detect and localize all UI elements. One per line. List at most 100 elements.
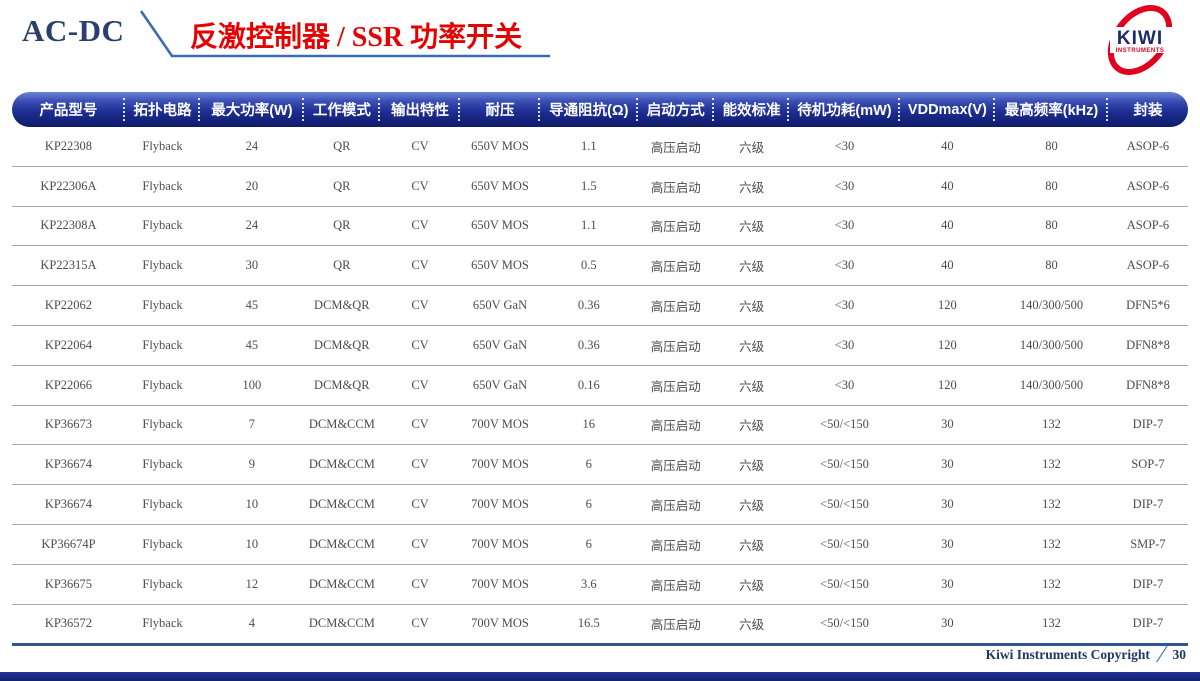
table-cell: 80	[995, 127, 1108, 166]
table-cell: KP22066	[12, 365, 125, 405]
table-cell: 6	[540, 485, 638, 525]
table-cell: 六级	[714, 445, 789, 485]
table-cell: 六级	[714, 286, 789, 326]
table-cell: 0.36	[540, 286, 638, 326]
table-cell: Flyback	[125, 127, 200, 166]
table-cell: 30	[900, 524, 995, 564]
table-cell: Flyback	[125, 485, 200, 525]
table-cell: DFN5*6	[1108, 286, 1188, 326]
table-cell: KP22308A	[12, 206, 125, 246]
logo-brand-text: KIWI	[1117, 28, 1163, 49]
table-cell: 高压启动	[638, 286, 714, 326]
table-cell: 650V GaN	[460, 365, 540, 405]
table-cell: 30	[900, 485, 995, 525]
table-cell: KP22308	[12, 127, 125, 166]
table-cell: 1.5	[540, 166, 638, 206]
table-cell: 0.5	[540, 246, 638, 286]
table-cell: 700V MOS	[460, 445, 540, 485]
table-cell: 120	[900, 365, 995, 405]
table-cell: CV	[380, 365, 460, 405]
table-cell: 六级	[714, 564, 789, 604]
table-cell: DIP-7	[1108, 405, 1188, 445]
table-cell: 100	[200, 365, 303, 405]
table-cell: 高压启动	[638, 166, 714, 206]
table-cell: 12	[200, 564, 303, 604]
table-cell: 高压启动	[638, 445, 714, 485]
table-row: KP22315AFlyback30QRCV650V MOS0.5高压启动六级<3…	[12, 246, 1188, 286]
table-cell: KP36572	[12, 604, 125, 645]
table-cell: 高压启动	[638, 405, 714, 445]
table-cell: CV	[380, 445, 460, 485]
table-cell: CV	[380, 405, 460, 445]
table-cell: 1.1	[540, 127, 638, 166]
table-cell: ASOP-6	[1108, 206, 1188, 246]
table-cell: QR	[304, 246, 380, 286]
table-cell: Flyback	[125, 206, 200, 246]
table-cell: 六级	[714, 405, 789, 445]
table-cell: DFN8*8	[1108, 365, 1188, 405]
table-cell: 650V MOS	[460, 166, 540, 206]
slide-page: AC-DC 反激控制器 / SSR 功率开关 KIWI INSTRUMENTS …	[0, 0, 1200, 681]
table-cell: ASOP-6	[1108, 166, 1188, 206]
copyright-text: Kiwi Instruments Copyright	[986, 647, 1150, 663]
table-cell: 高压启动	[638, 564, 714, 604]
table-cell: KP22306A	[12, 166, 125, 206]
column-header-8: 能效标准	[714, 92, 789, 127]
table-cell: DCM&QR	[304, 365, 380, 405]
table-cell: KP36674	[12, 445, 125, 485]
table-cell: 700V MOS	[460, 524, 540, 564]
table-cell: 30	[900, 445, 995, 485]
table-cell: 132	[995, 445, 1108, 485]
table-cell: DCM&CCM	[304, 485, 380, 525]
table-cell: CV	[380, 286, 460, 326]
table-cell: 650V MOS	[460, 206, 540, 246]
table-row: KP22308Flyback24QRCV650V MOS1.1高压启动六级<30…	[12, 127, 1188, 166]
table-cell: 高压启动	[638, 127, 714, 166]
table-cell: DCM&QR	[304, 325, 380, 365]
table-cell: QR	[304, 127, 380, 166]
table-cell: 0.16	[540, 365, 638, 405]
table-cell: 140/300/500	[995, 365, 1108, 405]
table-cell: 3.6	[540, 564, 638, 604]
table-row: KP36674Flyback10DCM&CCMCV700V MOS6高压启动六级…	[12, 485, 1188, 525]
column-header-9: 待机功耗(mW)	[789, 92, 900, 127]
table-cell: Flyback	[125, 405, 200, 445]
table-cell: CV	[380, 604, 460, 645]
table-cell: Flyback	[125, 604, 200, 645]
table-cell: 24	[200, 206, 303, 246]
table-cell: 30	[900, 564, 995, 604]
table-cell: Flyback	[125, 564, 200, 604]
table-cell: 30	[900, 405, 995, 445]
table-cell: Flyback	[125, 166, 200, 206]
table-row: KP36674Flyback9DCM&CCMCV700V MOS6高压启动六级<…	[12, 445, 1188, 485]
table-cell: 高压启动	[638, 485, 714, 525]
table-row: KP36674PFlyback10DCM&CCMCV700V MOS6高压启动六…	[12, 524, 1188, 564]
column-header-1: 拓扑电路	[125, 92, 200, 127]
column-header-2: 最大功率(W)	[200, 92, 303, 127]
table-cell: 六级	[714, 524, 789, 564]
table-cell: DCM&CCM	[304, 524, 380, 564]
table-cell: Flyback	[125, 246, 200, 286]
table-cell: DCM&QR	[304, 286, 380, 326]
table-cell: CV	[380, 206, 460, 246]
table-cell: Flyback	[125, 286, 200, 326]
table-cell: 6	[540, 524, 638, 564]
table-cell: DCM&CCM	[304, 564, 380, 604]
table-cell: KP36673	[12, 405, 125, 445]
table-cell: 132	[995, 604, 1108, 645]
table-cell: 六级	[714, 166, 789, 206]
table-cell: 16.5	[540, 604, 638, 645]
table-cell: 650V GaN	[460, 286, 540, 326]
table-cell: 7	[200, 405, 303, 445]
table-cell: DIP-7	[1108, 604, 1188, 645]
table-cell: 120	[900, 286, 995, 326]
table-cell: 六级	[714, 485, 789, 525]
table-cell: CV	[380, 127, 460, 166]
logo-sub-text: INSTRUMENTS	[1116, 48, 1165, 54]
table-cell: ASOP-6	[1108, 246, 1188, 286]
table-cell: 132	[995, 524, 1108, 564]
table-cell: 高压启动	[638, 524, 714, 564]
product-table: 产品型号拓扑电路最大功率(W)工作模式输出特性耐压导通阻抗(Ω)启动方式能效标准…	[12, 92, 1188, 646]
table-cell: DIP-7	[1108, 564, 1188, 604]
table-cell: Flyback	[125, 445, 200, 485]
